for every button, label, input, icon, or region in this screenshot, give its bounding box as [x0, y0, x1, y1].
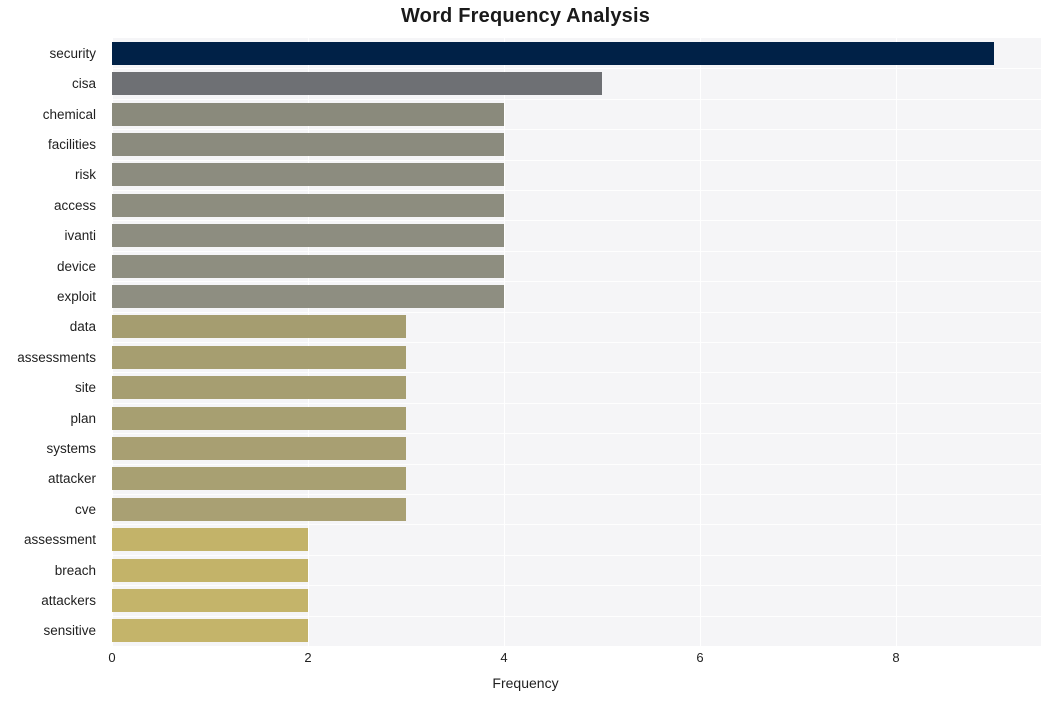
x-axis-tick-labels: 0 2 4 6 8: [0, 650, 1051, 674]
horizontal-gridline: [112, 342, 1041, 343]
bar[interactable]: [112, 102, 504, 126]
bar[interactable]: [112, 528, 308, 552]
bar[interactable]: [112, 588, 308, 612]
x-axis-tick-label: 8: [892, 650, 900, 665]
bar[interactable]: [112, 467, 406, 491]
bar[interactable]: [112, 497, 406, 521]
y-axis-tick-label: cve: [74, 501, 96, 517]
y-axis-tick-label: assessment: [23, 532, 96, 548]
horizontal-gridline: [112, 99, 1041, 100]
y-axis-tick-label: data: [69, 319, 96, 335]
horizontal-gridline: [112, 403, 1041, 404]
bar[interactable]: [112, 406, 406, 430]
bar[interactable]: [112, 193, 504, 217]
bar[interactable]: [112, 558, 308, 582]
y-axis-tick-label: assessments: [17, 349, 96, 365]
horizontal-gridline: [112, 160, 1041, 161]
horizontal-gridline: [112, 585, 1041, 586]
horizontal-gridline: [112, 464, 1041, 465]
bar[interactable]: [112, 132, 504, 156]
y-axis-tick-label: systems: [46, 440, 96, 456]
x-axis-title: Frequency: [492, 675, 559, 691]
horizontal-gridline: [112, 312, 1041, 313]
bar[interactable]: [112, 224, 504, 248]
bar[interactable]: [112, 72, 602, 96]
x-axis-tick-label: 2: [304, 650, 312, 665]
horizontal-gridline: [112, 494, 1041, 495]
horizontal-gridline: [112, 68, 1041, 69]
y-axis-tick-label: access: [53, 197, 96, 213]
x-axis-tick-label: 0: [108, 650, 116, 665]
horizontal-gridline: [112, 433, 1041, 434]
y-axis-tick-label: breach: [54, 562, 96, 578]
horizontal-gridline: [112, 616, 1041, 617]
horizontal-gridline: [112, 251, 1041, 252]
horizontal-gridline: [112, 524, 1041, 525]
x-axis-tick-label: 4: [500, 650, 508, 665]
bar[interactable]: [112, 284, 504, 308]
bar[interactable]: [112, 619, 308, 643]
y-axis-tick-label: sensitive: [43, 623, 96, 639]
y-axis-tick-label: ivanti: [64, 228, 96, 244]
bar[interactable]: [112, 254, 504, 278]
x-axis-tick-label: 6: [696, 650, 704, 665]
y-axis-tick-label: facilities: [47, 136, 96, 152]
y-axis-tick-label: cisa: [71, 76, 96, 92]
chart-figure: Word Frequency Analysis security cisa chem…: [0, 0, 1051, 701]
chart-title: Word Frequency Analysis: [400, 5, 651, 27]
bar[interactable]: [112, 345, 406, 369]
horizontal-gridline: [112, 220, 1041, 221]
y-axis-tick-label: chemical: [42, 106, 96, 122]
y-axis-tick-label: attacker: [47, 471, 96, 487]
y-axis-tick-label: plan: [70, 410, 96, 426]
y-axis-tick-label: device: [56, 258, 96, 274]
horizontal-gridline: [112, 129, 1041, 130]
y-axis-tick-label: site: [74, 380, 96, 396]
bar[interactable]: [112, 376, 406, 400]
bar[interactable]: [112, 315, 406, 339]
y-axis-tick-label: exploit: [56, 288, 96, 304]
plot-area: [112, 38, 1041, 646]
bar[interactable]: [112, 436, 406, 460]
horizontal-gridline: [112, 555, 1041, 556]
horizontal-gridline: [112, 190, 1041, 191]
bar[interactable]: [112, 163, 504, 187]
y-axis-tick-label: security: [49, 45, 96, 61]
y-axis-tick-labels: security cisa chemical facilities risk access…: [0, 38, 104, 646]
bar[interactable]: [112, 41, 994, 65]
y-axis-tick-label: risk: [75, 167, 96, 183]
y-axis-tick-label: attackers: [41, 592, 96, 608]
horizontal-gridline: [112, 281, 1041, 282]
horizontal-gridline: [112, 372, 1041, 373]
